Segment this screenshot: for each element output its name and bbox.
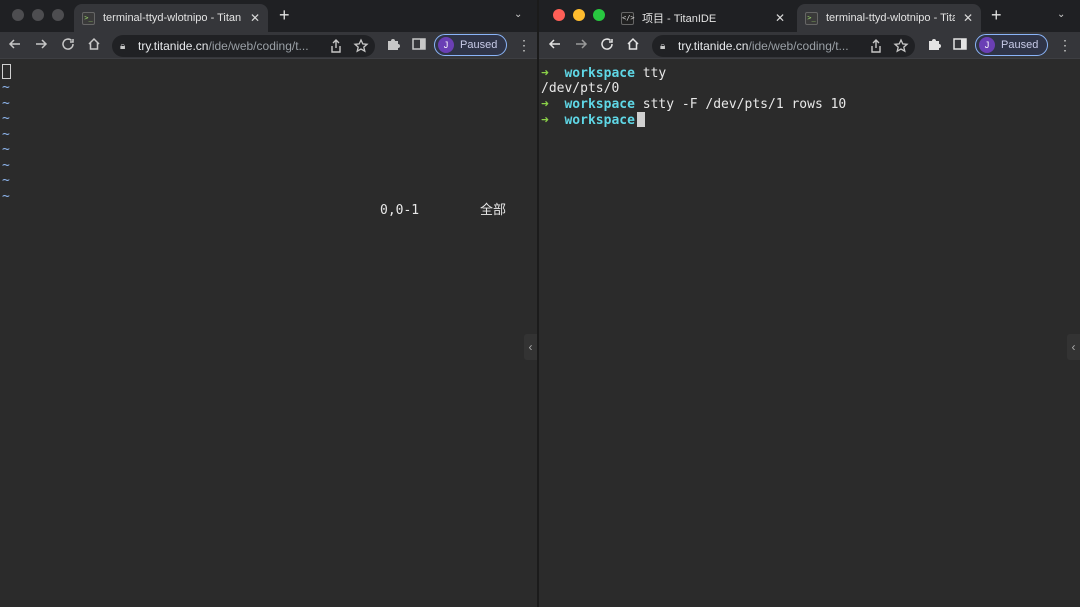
forward-arrow-icon[interactable] xyxy=(572,36,590,54)
side-panel-icon[interactable] xyxy=(410,36,428,54)
profile-status: Paused xyxy=(460,39,498,51)
home-icon[interactable] xyxy=(85,36,103,54)
lock-icon: 🔒︎ xyxy=(660,40,666,52)
vim-empty-line-tilde: ~ xyxy=(2,80,10,95)
tab-title: terminal-ttyd-wlotnipo - TitanIDE xyxy=(103,12,242,24)
extensions-puzzle-icon[interactable] xyxy=(925,36,943,54)
tab-project[interactable]: </> 项目 - TitanIDE ✕ xyxy=(613,4,793,32)
profile-status: Paused xyxy=(1001,39,1039,51)
terminal-prompt-icon: >_ xyxy=(82,11,95,25)
terminal-line-3: ➜ workspace stty -F /dev/pts/1 rows 10 xyxy=(541,97,846,113)
shell-terminal[interactable]: ➜ workspace tty /dev/pts/0 ➜ workspace s… xyxy=(539,60,1080,607)
new-tab-button[interactable]: + xyxy=(279,5,290,26)
lock-icon: 🔒︎ xyxy=(120,40,126,52)
close-window-button[interactable] xyxy=(553,9,565,21)
vim-empty-line-tilde: ~ xyxy=(2,142,10,157)
prompt-arrow: ➜ xyxy=(541,113,549,128)
window-controls xyxy=(12,9,64,21)
prompt-arrow: ➜ xyxy=(541,66,549,81)
code-brackets-icon: </> xyxy=(621,11,635,25)
back-arrow-icon[interactable] xyxy=(546,36,564,54)
browser-toolbar: 🔒︎ try.titanide.cn/ide/web/coding/t... J… xyxy=(0,32,537,59)
zoom-window-button[interactable] xyxy=(52,9,64,21)
prompt-dir: workspace xyxy=(564,113,635,128)
command-text: stty -F /dev/pts/1 rows 10 xyxy=(642,97,847,112)
share-icon[interactable] xyxy=(868,38,884,54)
vim-empty-line-tilde: ~ xyxy=(2,126,10,142)
close-tab-icon[interactable]: ✕ xyxy=(963,11,973,25)
tab-search-chevron-icon[interactable]: ⌄ xyxy=(1057,9,1065,20)
address-bar[interactable]: 🔒︎ try.titanide.cn/ide/web/coding/t... xyxy=(112,35,375,57)
extensions-puzzle-icon[interactable] xyxy=(384,36,402,54)
reload-icon[interactable] xyxy=(598,36,616,54)
share-icon[interactable] xyxy=(328,38,344,54)
tab-terminal[interactable]: >_ terminal-ttyd-wlotnipo - TitanIDE ✕ xyxy=(74,4,268,32)
vim-ruler-scroll: 全部 xyxy=(480,203,507,218)
url-host: try.titanide.cn xyxy=(678,39,749,53)
vim-ruler-position: 0,0-1 xyxy=(380,203,420,218)
side-panel-icon[interactable] xyxy=(951,36,969,54)
prompt-dir: workspace xyxy=(564,97,635,112)
command-output: /dev/pts/0 xyxy=(541,81,620,96)
vim-empty-line-tilde: ~ xyxy=(2,111,10,126)
left-browser-window: >_ terminal-ttyd-wlotnipo - TitanIDE ✕ +… xyxy=(0,0,537,607)
home-icon[interactable] xyxy=(624,36,642,54)
terminal-cursor xyxy=(636,112,645,127)
vim-empty-line-tilde: ~ xyxy=(2,188,10,204)
close-tab-icon[interactable]: ✕ xyxy=(250,11,260,25)
zoom-window-button[interactable] xyxy=(593,9,605,21)
tab-strip: </> 项目 - TitanIDE ✕ >_ terminal-ttyd-wlo… xyxy=(539,0,1080,32)
profile-button[interactable]: J Paused xyxy=(975,34,1049,56)
reload-icon[interactable] xyxy=(59,36,77,54)
tab-title: terminal-ttyd-wlotnipo - TitanIDE xyxy=(826,12,955,24)
command-text: tty xyxy=(642,66,667,81)
vim-block-cursor xyxy=(2,64,11,79)
right-browser-window: </> 项目 - TitanIDE ✕ >_ terminal-ttyd-wlo… xyxy=(539,0,1080,607)
terminal-line-4: ➜ workspace xyxy=(541,112,645,128)
tab-strip: >_ terminal-ttyd-wlotnipo - TitanIDE ✕ +… xyxy=(0,0,537,32)
vim-empty-line-tilde: ~ xyxy=(2,157,10,173)
bookmark-star-icon[interactable] xyxy=(893,38,909,54)
tab-search-chevron-icon[interactable]: ⌄ xyxy=(514,9,522,20)
tab-terminal[interactable]: >_ terminal-ttyd-wlotnipo - TitanIDE ✕ xyxy=(797,4,981,32)
url-path: /ide/web/coding/t... xyxy=(748,39,849,53)
tab-title: 项目 - TitanIDE xyxy=(642,13,717,25)
vim-empty-line-tilde: ~ xyxy=(2,173,10,188)
collapse-panel-handle[interactable]: ‹ xyxy=(524,334,537,360)
prompt-arrow: ➜ xyxy=(541,97,549,112)
bookmark-star-icon[interactable] xyxy=(353,38,369,54)
close-window-button[interactable] xyxy=(12,9,24,21)
vim-terminal[interactable]: ~ ~ ~ ~ ~ ~ ~ ~ 0,0-1 全部 xyxy=(0,60,537,607)
minimize-window-button[interactable] xyxy=(32,9,44,21)
forward-arrow-icon[interactable] xyxy=(32,36,50,54)
minimize-window-button[interactable] xyxy=(573,9,585,21)
browser-menu-icon[interactable]: ⋮ xyxy=(1058,37,1072,54)
avatar: J xyxy=(438,37,454,53)
collapse-panel-handle[interactable]: ‹ xyxy=(1067,334,1080,360)
terminal-line-2: /dev/pts/0 xyxy=(541,81,619,97)
url-path: /ide/web/coding/t... xyxy=(208,39,309,53)
back-arrow-icon[interactable] xyxy=(6,36,24,54)
terminal-prompt-icon: >_ xyxy=(805,11,818,25)
profile-button[interactable]: J Paused xyxy=(434,34,508,56)
browser-toolbar: 🔒︎ try.titanide.cn/ide/web/coding/t... J… xyxy=(539,32,1080,59)
prompt-dir: workspace xyxy=(564,66,635,81)
vim-empty-line-tilde: ~ xyxy=(2,95,10,111)
browser-menu-icon[interactable]: ⋮ xyxy=(517,37,531,54)
window-controls xyxy=(553,9,605,21)
url-host: try.titanide.cn xyxy=(138,39,209,53)
close-tab-icon[interactable]: ✕ xyxy=(775,11,785,25)
new-tab-button[interactable]: + xyxy=(991,5,1002,26)
avatar: J xyxy=(979,37,995,53)
address-bar[interactable]: 🔒︎ try.titanide.cn/ide/web/coding/t... xyxy=(652,35,915,57)
terminal-line-1: ➜ workspace tty xyxy=(541,66,666,82)
